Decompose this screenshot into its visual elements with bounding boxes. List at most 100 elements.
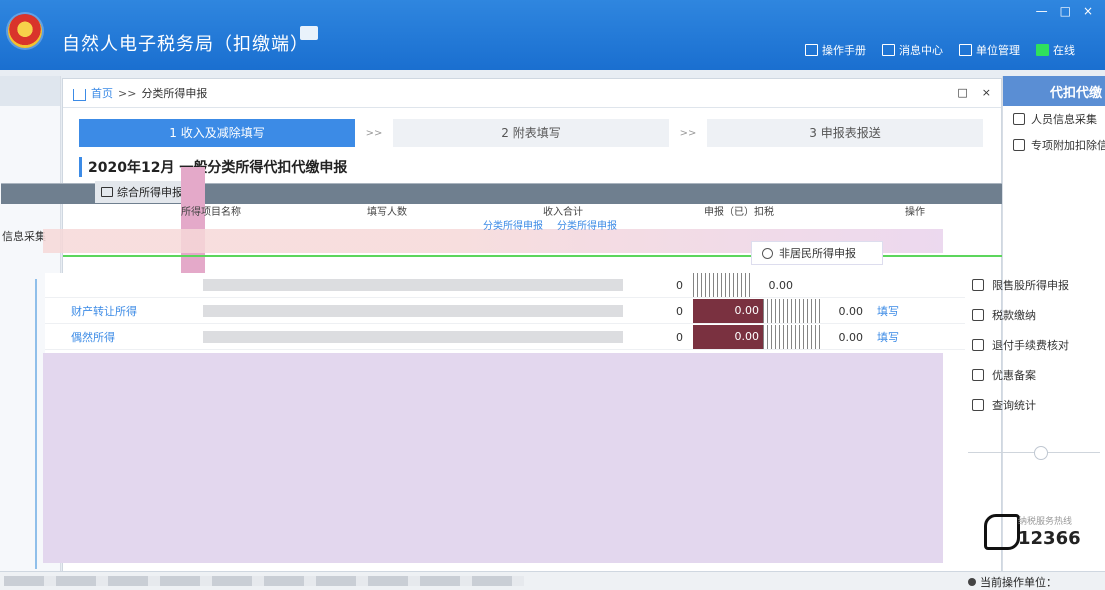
declaration-dialog: 首页 >> 分类所得申报 □ × 1 收入及减除填写 >> 2 附表填写 >> … <box>1 78 1023 583</box>
chart-icon <box>972 279 984 291</box>
right-panel-header: 代扣代缴 <box>1003 76 1105 106</box>
income-amount: 0.00 <box>768 278 794 292</box>
preference-filing-label: 优惠备案 <box>992 369 1036 382</box>
query-stats-label: 查询统计 <box>992 399 1036 412</box>
receipt-icon <box>972 339 984 351</box>
step-2[interactable]: 2 附表填写 <box>393 119 669 147</box>
sub-tab-classified-2[interactable]: 分类所得申报 <box>557 217 617 232</box>
fill-link[interactable]: 填写 <box>877 329 899 345</box>
row-fill <box>203 305 623 317</box>
declaration-title: 2020年12月 一般分类所得代扣代缴申报 <box>79 157 347 177</box>
table-row: 0 0.00 <box>45 273 965 298</box>
col-tax: 申报（已）扣税 <box>704 207 774 218</box>
breadcrumb-current: 分类所得申报 <box>141 87 208 100</box>
tax-payment-link[interactable]: 税款缴纳 <box>962 300 1102 330</box>
person-icon <box>762 247 773 259</box>
current-unit-label: 当前操作单位： <box>980 576 1057 589</box>
fill-link[interactable]: 填写 <box>877 303 899 319</box>
col-income-name: 所得项目名称 <box>181 207 241 218</box>
top-nav: 操作手册 消息中心 单位管理 在线 <box>805 42 1075 58</box>
income-count: 0 <box>676 330 683 344</box>
income-name: 偶然所得 <box>71 331 115 344</box>
user-icon <box>968 578 976 586</box>
step-arrow: >> <box>365 127 383 139</box>
preference-filing-link[interactable]: 优惠备案 <box>962 360 1102 390</box>
restricted-stock-link[interactable]: 限售股所得申报 <box>962 270 1102 300</box>
phone-icon <box>984 514 1020 550</box>
personnel-info-link[interactable]: 人员信息采集 <box>1003 106 1105 132</box>
panel-slider-handle[interactable] <box>1034 446 1048 460</box>
status-blur <box>4 576 524 586</box>
row-bars <box>763 299 823 323</box>
current-unit: 当前操作单位： <box>968 574 1057 590</box>
fee-refund-label: 退付手续费核对 <box>992 339 1069 352</box>
unit-mgmt-label: 单位管理 <box>976 44 1020 57</box>
window-controls: — □ × <box>1036 4 1093 18</box>
income-amount: 0.00 <box>838 330 864 344</box>
search-list-icon <box>972 399 984 411</box>
side-menu: 限售股所得申报 税款缴纳 退付手续费核对 优惠备案 查询统计 <box>962 270 1102 420</box>
online-icon <box>1036 44 1049 56</box>
dialog-close-button[interactable]: × <box>982 86 991 99</box>
income-count: 0 <box>676 304 683 318</box>
table-row: 财产转让所得 0 0.00 0.00 填写 <box>45 299 965 324</box>
row-fill <box>203 331 623 343</box>
national-emblem-icon <box>8 14 42 48</box>
breadcrumb: 首页 >> 分类所得申报 <box>63 79 1001 108</box>
row-bars <box>763 325 823 349</box>
row-bars <box>693 273 753 297</box>
special-deduction-label: 专项附加扣除信息 <box>1031 139 1105 152</box>
content-area <box>43 353 943 563</box>
messages-label: 消息中心 <box>899 44 943 57</box>
list-icon <box>1013 139 1025 151</box>
app-title: 自然人电子税务局（扣缴端） <box>62 34 309 55</box>
table-row: 偶然所得 0 0.00 0.00 填写 <box>45 325 965 350</box>
overlay-block <box>181 167 205 279</box>
income-total: 0.00 <box>693 299 763 323</box>
income-amount: 0.00 <box>838 304 864 318</box>
step-3[interactable]: 3 申报表报送 <box>707 119 983 147</box>
sub-tab-classified[interactable]: 分类所得申报 <box>483 217 543 232</box>
breadcrumb-home[interactable]: 首页 <box>91 85 113 101</box>
dialog-maximize-button[interactable]: □ <box>957 86 967 99</box>
layers-icon <box>101 187 113 197</box>
tax-payment-label: 税款缴纳 <box>992 309 1036 322</box>
maximize-button[interactable]: □ <box>1060 4 1071 18</box>
nonresident-income-button[interactable]: 非居民所得申报 <box>751 241 883 265</box>
messages-link[interactable]: 消息中心 <box>882 42 943 58</box>
hotline-number: 12366 <box>1018 528 1081 549</box>
table-header: 所得项目名称 填写人数 收入合计 申报（已）扣税 操作 <box>123 203 1003 218</box>
income-table: 0 0.00 财产转让所得 0 0.00 0.00 填写 偶然所得 0 0.00… <box>45 273 965 353</box>
breadcrumb-separator: >> <box>118 86 137 100</box>
document-icon <box>805 44 818 56</box>
home-icon <box>73 89 86 101</box>
tab-label: 综合所得申报 <box>117 186 183 199</box>
personnel-info-label: 人员信息采集 <box>1031 113 1097 126</box>
nonresident-label: 非居民所得申报 <box>779 247 856 260</box>
col-income-total: 收入合计 <box>543 207 583 218</box>
step-indicator: 1 收入及减除填写 >> 2 附表填写 >> 3 申报表报送 <box>79 119 983 147</box>
special-deduction-link[interactable]: 专项附加扣除信息 <box>1003 132 1105 158</box>
fee-refund-link[interactable]: 退付手续费核对 <box>962 330 1102 360</box>
step-arrow: >> <box>679 127 697 139</box>
dialog-buttons: □ × <box>957 86 991 99</box>
col-action: 操作 <box>905 207 925 218</box>
wallet-icon <box>972 309 984 321</box>
query-stats-link[interactable]: 查询统计 <box>962 390 1102 420</box>
hotline-label: 纳税服务热线 <box>1018 517 1073 527</box>
manual-label: 操作手册 <box>822 44 866 57</box>
online-status[interactable]: 在线 <box>1036 42 1075 58</box>
wallet-icon[interactable] <box>300 26 318 40</box>
hotline: 纳税服务热线 12366 <box>984 510 1104 556</box>
status-bar: 当前操作单位： <box>0 571 1105 590</box>
row-fill <box>203 279 623 291</box>
manual-link[interactable]: 操作手册 <box>805 42 866 58</box>
restricted-stock-label: 限售股所得申报 <box>992 279 1069 292</box>
unit-mgmt-link[interactable]: 单位管理 <box>959 42 1020 58</box>
step-1[interactable]: 1 收入及减除填写 <box>79 119 355 147</box>
close-button[interactable]: × <box>1083 4 1093 18</box>
left-sidebar-label[interactable]: 信息采集 <box>2 228 46 244</box>
online-label: 在线 <box>1053 44 1075 57</box>
minimize-button[interactable]: — <box>1036 4 1048 18</box>
income-count: 0 <box>676 278 683 292</box>
